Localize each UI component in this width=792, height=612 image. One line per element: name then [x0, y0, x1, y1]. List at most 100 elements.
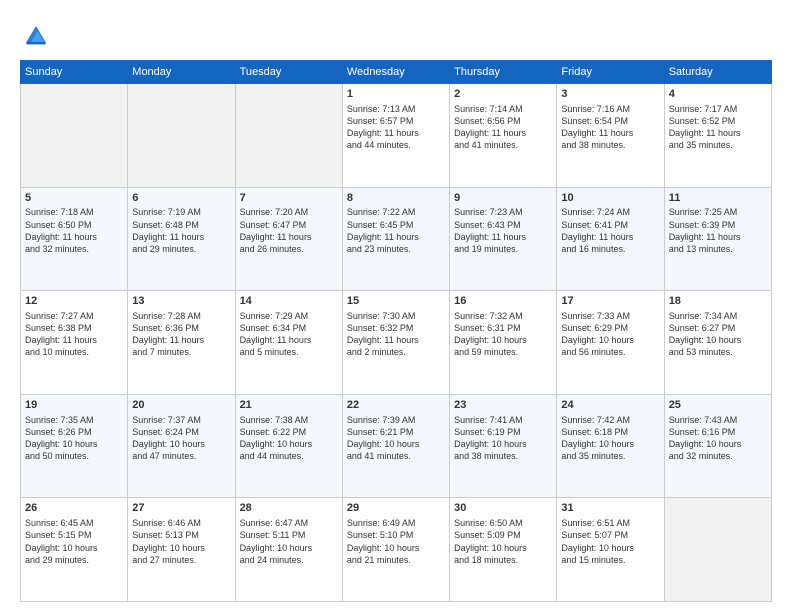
day-info: Sunrise: 7:29 AM Sunset: 6:34 PM Dayligh…	[240, 310, 338, 359]
calendar-day-15: 15Sunrise: 7:30 AM Sunset: 6:32 PM Dayli…	[342, 291, 449, 395]
calendar-table: SundayMondayTuesdayWednesdayThursdayFrid…	[20, 60, 772, 602]
calendar-day-31: 31Sunrise: 6:51 AM Sunset: 5:07 PM Dayli…	[557, 498, 664, 602]
day-info: Sunrise: 7:43 AM Sunset: 6:16 PM Dayligh…	[669, 414, 767, 463]
calendar-day-20: 20Sunrise: 7:37 AM Sunset: 6:24 PM Dayli…	[128, 394, 235, 498]
calendar-day-21: 21Sunrise: 7:38 AM Sunset: 6:22 PM Dayli…	[235, 394, 342, 498]
calendar-week-5: 26Sunrise: 6:45 AM Sunset: 5:15 PM Dayli…	[21, 498, 772, 602]
day-number: 9	[454, 191, 552, 206]
day-info: Sunrise: 6:50 AM Sunset: 5:09 PM Dayligh…	[454, 517, 552, 566]
logo-icon	[20, 18, 52, 50]
day-number: 2	[454, 87, 552, 102]
day-header-tuesday: Tuesday	[235, 61, 342, 84]
day-number: 25	[669, 398, 767, 413]
day-number: 26	[25, 501, 123, 516]
calendar-day-5: 5Sunrise: 7:18 AM Sunset: 6:50 PM Daylig…	[21, 187, 128, 291]
day-info: Sunrise: 7:16 AM Sunset: 6:54 PM Dayligh…	[561, 103, 659, 152]
calendar-week-2: 5Sunrise: 7:18 AM Sunset: 6:50 PM Daylig…	[21, 187, 772, 291]
day-info: Sunrise: 6:46 AM Sunset: 5:13 PM Dayligh…	[132, 517, 230, 566]
day-header-saturday: Saturday	[664, 61, 771, 84]
day-info: Sunrise: 6:47 AM Sunset: 5:11 PM Dayligh…	[240, 517, 338, 566]
page-header	[20, 18, 772, 50]
day-header-monday: Monday	[128, 61, 235, 84]
calendar-empty-cell	[664, 498, 771, 602]
calendar-empty-cell	[128, 84, 235, 188]
calendar-day-22: 22Sunrise: 7:39 AM Sunset: 6:21 PM Dayli…	[342, 394, 449, 498]
day-number: 6	[132, 191, 230, 206]
day-header-thursday: Thursday	[450, 61, 557, 84]
day-header-wednesday: Wednesday	[342, 61, 449, 84]
day-number: 5	[25, 191, 123, 206]
calendar-day-13: 13Sunrise: 7:28 AM Sunset: 6:36 PM Dayli…	[128, 291, 235, 395]
calendar-day-12: 12Sunrise: 7:27 AM Sunset: 6:38 PM Dayli…	[21, 291, 128, 395]
calendar-day-23: 23Sunrise: 7:41 AM Sunset: 6:19 PM Dayli…	[450, 394, 557, 498]
day-info: Sunrise: 6:45 AM Sunset: 5:15 PM Dayligh…	[25, 517, 123, 566]
day-info: Sunrise: 7:20 AM Sunset: 6:47 PM Dayligh…	[240, 206, 338, 255]
calendar-day-16: 16Sunrise: 7:32 AM Sunset: 6:31 PM Dayli…	[450, 291, 557, 395]
day-number: 29	[347, 501, 445, 516]
day-info: Sunrise: 7:30 AM Sunset: 6:32 PM Dayligh…	[347, 310, 445, 359]
day-number: 4	[669, 87, 767, 102]
day-info: Sunrise: 6:49 AM Sunset: 5:10 PM Dayligh…	[347, 517, 445, 566]
day-number: 11	[669, 191, 767, 206]
day-number: 22	[347, 398, 445, 413]
day-info: Sunrise: 7:27 AM Sunset: 6:38 PM Dayligh…	[25, 310, 123, 359]
day-info: Sunrise: 7:24 AM Sunset: 6:41 PM Dayligh…	[561, 206, 659, 255]
calendar-day-7: 7Sunrise: 7:20 AM Sunset: 6:47 PM Daylig…	[235, 187, 342, 291]
day-info: Sunrise: 7:38 AM Sunset: 6:22 PM Dayligh…	[240, 414, 338, 463]
calendar-day-1: 1Sunrise: 7:13 AM Sunset: 6:57 PM Daylig…	[342, 84, 449, 188]
calendar-day-10: 10Sunrise: 7:24 AM Sunset: 6:41 PM Dayli…	[557, 187, 664, 291]
day-info: Sunrise: 7:13 AM Sunset: 6:57 PM Dayligh…	[347, 103, 445, 152]
day-info: Sunrise: 7:34 AM Sunset: 6:27 PM Dayligh…	[669, 310, 767, 359]
calendar-week-4: 19Sunrise: 7:35 AM Sunset: 6:26 PM Dayli…	[21, 394, 772, 498]
day-number: 30	[454, 501, 552, 516]
calendar-day-28: 28Sunrise: 6:47 AM Sunset: 5:11 PM Dayli…	[235, 498, 342, 602]
day-number: 31	[561, 501, 659, 516]
day-number: 15	[347, 294, 445, 309]
day-info: Sunrise: 7:17 AM Sunset: 6:52 PM Dayligh…	[669, 103, 767, 152]
calendar-day-11: 11Sunrise: 7:25 AM Sunset: 6:39 PM Dayli…	[664, 187, 771, 291]
day-info: Sunrise: 7:25 AM Sunset: 6:39 PM Dayligh…	[669, 206, 767, 255]
day-number: 12	[25, 294, 123, 309]
calendar-day-3: 3Sunrise: 7:16 AM Sunset: 6:54 PM Daylig…	[557, 84, 664, 188]
day-number: 17	[561, 294, 659, 309]
day-number: 14	[240, 294, 338, 309]
calendar-week-1: 1Sunrise: 7:13 AM Sunset: 6:57 PM Daylig…	[21, 84, 772, 188]
day-number: 20	[132, 398, 230, 413]
calendar-day-2: 2Sunrise: 7:14 AM Sunset: 6:56 PM Daylig…	[450, 84, 557, 188]
day-info: Sunrise: 7:42 AM Sunset: 6:18 PM Dayligh…	[561, 414, 659, 463]
calendar-day-8: 8Sunrise: 7:22 AM Sunset: 6:45 PM Daylig…	[342, 187, 449, 291]
day-number: 18	[669, 294, 767, 309]
day-number: 16	[454, 294, 552, 309]
day-info: Sunrise: 7:22 AM Sunset: 6:45 PM Dayligh…	[347, 206, 445, 255]
day-info: Sunrise: 7:39 AM Sunset: 6:21 PM Dayligh…	[347, 414, 445, 463]
calendar-day-25: 25Sunrise: 7:43 AM Sunset: 6:16 PM Dayli…	[664, 394, 771, 498]
day-number: 23	[454, 398, 552, 413]
day-number: 28	[240, 501, 338, 516]
day-info: Sunrise: 7:18 AM Sunset: 6:50 PM Dayligh…	[25, 206, 123, 255]
calendar-empty-cell	[21, 84, 128, 188]
day-number: 10	[561, 191, 659, 206]
day-info: Sunrise: 7:14 AM Sunset: 6:56 PM Dayligh…	[454, 103, 552, 152]
calendar-day-18: 18Sunrise: 7:34 AM Sunset: 6:27 PM Dayli…	[664, 291, 771, 395]
day-info: Sunrise: 7:23 AM Sunset: 6:43 PM Dayligh…	[454, 206, 552, 255]
day-info: Sunrise: 7:33 AM Sunset: 6:29 PM Dayligh…	[561, 310, 659, 359]
day-header-sunday: Sunday	[21, 61, 128, 84]
day-number: 21	[240, 398, 338, 413]
calendar-day-24: 24Sunrise: 7:42 AM Sunset: 6:18 PM Dayli…	[557, 394, 664, 498]
calendar-day-6: 6Sunrise: 7:19 AM Sunset: 6:48 PM Daylig…	[128, 187, 235, 291]
day-info: Sunrise: 7:35 AM Sunset: 6:26 PM Dayligh…	[25, 414, 123, 463]
day-info: Sunrise: 6:51 AM Sunset: 5:07 PM Dayligh…	[561, 517, 659, 566]
calendar-week-3: 12Sunrise: 7:27 AM Sunset: 6:38 PM Dayli…	[21, 291, 772, 395]
calendar-day-30: 30Sunrise: 6:50 AM Sunset: 5:09 PM Dayli…	[450, 498, 557, 602]
calendar-day-27: 27Sunrise: 6:46 AM Sunset: 5:13 PM Dayli…	[128, 498, 235, 602]
day-number: 8	[347, 191, 445, 206]
calendar-day-4: 4Sunrise: 7:17 AM Sunset: 6:52 PM Daylig…	[664, 84, 771, 188]
day-info: Sunrise: 7:32 AM Sunset: 6:31 PM Dayligh…	[454, 310, 552, 359]
calendar-day-14: 14Sunrise: 7:29 AM Sunset: 6:34 PM Dayli…	[235, 291, 342, 395]
day-number: 1	[347, 87, 445, 102]
day-number: 7	[240, 191, 338, 206]
day-info: Sunrise: 7:37 AM Sunset: 6:24 PM Dayligh…	[132, 414, 230, 463]
day-number: 13	[132, 294, 230, 309]
calendar-day-26: 26Sunrise: 6:45 AM Sunset: 5:15 PM Dayli…	[21, 498, 128, 602]
calendar-header-row: SundayMondayTuesdayWednesdayThursdayFrid…	[21, 61, 772, 84]
